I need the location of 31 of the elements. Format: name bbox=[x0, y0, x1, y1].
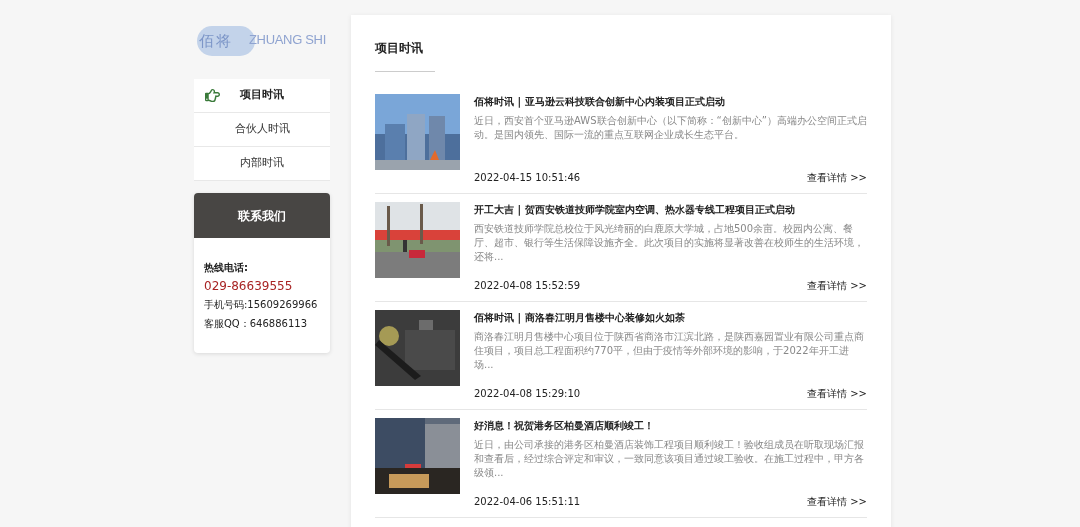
news-item[interactable]: 佰将时讯 | 商洛春江明月售楼中心装修如火如荼 商洛春江明月售楼中心项目位于陕西省商洛市江滨北路，是陕西嘉园置业有限公司重点商住项目，项目总工程面积约770平，但由于疫情等外部环境的影响，于2022年开工进场... 2022-04-08 15:29:10 查看详情 >> bbox=[375, 310, 867, 410]
hotline-number: 029-86639555 bbox=[204, 278, 294, 295]
news-date: 2022-04-06 15:51:11 bbox=[474, 495, 581, 509]
qq-number: 客服QQ：646886113 bbox=[204, 317, 308, 331]
news-title[interactable]: 好消息！祝贺港务区柏曼酒店顺利竣工！ bbox=[474, 418, 867, 433]
news-title[interactable]: 开工大吉 | 贺西安铁道技师学院室内空调、热水器专线工程项目正式启动 bbox=[474, 202, 867, 217]
sidebar-item[interactable]: 项目时讯 bbox=[194, 79, 330, 113]
read-more-link[interactable]: 查看详情 >> bbox=[807, 170, 867, 185]
news-item[interactable]: 好消息！祝贺港务区柏曼酒店顺利竣工！ 近日，由公司承接的港务区柏曼酒店装饰工程项目顺利竣工！验收组成员在听取现场汇报和查看后，经过综合评定和审议，一致同意该项目通过竣工验收。在施工过程中，甲方各级领... 2022-04-06 15:51:11 查看详情 >> bbox=[375, 418, 867, 518]
read-more-link[interactable]: 查看详情 >> bbox=[807, 494, 867, 509]
news-date: 2022-04-15 10:51:46 bbox=[474, 171, 581, 185]
news-item[interactable]: 佰将时讯 | 亚马逊云科技联合创新中心内装项目正式启动 近日，西安首个亚马逊AWS联合创新中心（以下简称：“创新中心”）高端办公空间正式启动。是国内领先、国际一流的重点互联网企业成长生态平台。 2022-04-15 10:51:46 查看详情 >> bbox=[375, 94, 867, 194]
news-summary: 近日，西安首个亚马逊AWS联合创新中心（以下简称：“创新中心”）高端办公空间正式启动。是国内领先、国际一流的重点互联网企业成长生态平台。 bbox=[474, 114, 867, 142]
sidebar-item[interactable]: 合伙人时讯 bbox=[194, 113, 330, 147]
news-item[interactable]: 开工大吉 | 贺西安铁道技师学院室内空调、热水器专线工程项目正式启动 西安铁道技师学院总校位于风光绮丽的白鹿原大学城，占地500余亩。校园内公寓、餐厅、超市、银行等生活保障设施齐全。此次项目的实施将显著改善在校师生的生活环境，还将... 2022-04-08 15:52:59 查看详情 >> bbox=[375, 202, 867, 302]
hotline-label: 热线电话: bbox=[204, 261, 249, 275]
section-title: 项目时讯 bbox=[375, 40, 424, 57]
news-date: 2022-04-08 15:29:10 bbox=[474, 387, 581, 401]
sidebar-item[interactable]: 内部时讯 bbox=[194, 147, 330, 181]
news-title[interactable]: 佰将时讯 | 商洛春江明月售楼中心装修如火如荼 bbox=[474, 310, 867, 325]
news-title[interactable]: 佰将时讯 | 亚马逊云科技联合创新中心内装项目正式启动 bbox=[474, 94, 867, 109]
pointing-hand-icon bbox=[205, 88, 220, 103]
news-summary: 商洛春江明月售楼中心项目位于陕西省商洛市江滨北路，是陕西嘉园置业有限公司重点商住项目，项目总工程面积约770平，但由于疫情等外部环境的影响，于2022年开工进场... bbox=[474, 330, 865, 372]
news-summary: 西安铁道技师学院总校位于风光绮丽的白鹿原大学城，占地500余亩。校园内公寓、餐厅、超市、银行等生活保障设施齐全。此次项目的实施将显著改善在校师生的生活环境，还将... bbox=[474, 222, 865, 264]
contact-title: 联系我们 bbox=[238, 207, 286, 225]
news-summary: 近日，由公司承接的港务区柏曼酒店装饰工程项目顺利竣工！验收组成员在听取现场汇报和查看后，经过综合评定和审议，一致同意该项目通过竣工验收。在施工过程中，甲方各级领... bbox=[474, 438, 865, 480]
mobile-number: 手机号码:15609269966 bbox=[204, 298, 319, 312]
read-more-link[interactable]: 查看详情 >> bbox=[807, 278, 867, 293]
logo: 佰将 ZHUANG SHI bbox=[194, 24, 324, 64]
read-more-link[interactable]: 查看详情 >> bbox=[807, 386, 867, 401]
news-date: 2022-04-08 15:52:59 bbox=[474, 279, 581, 293]
